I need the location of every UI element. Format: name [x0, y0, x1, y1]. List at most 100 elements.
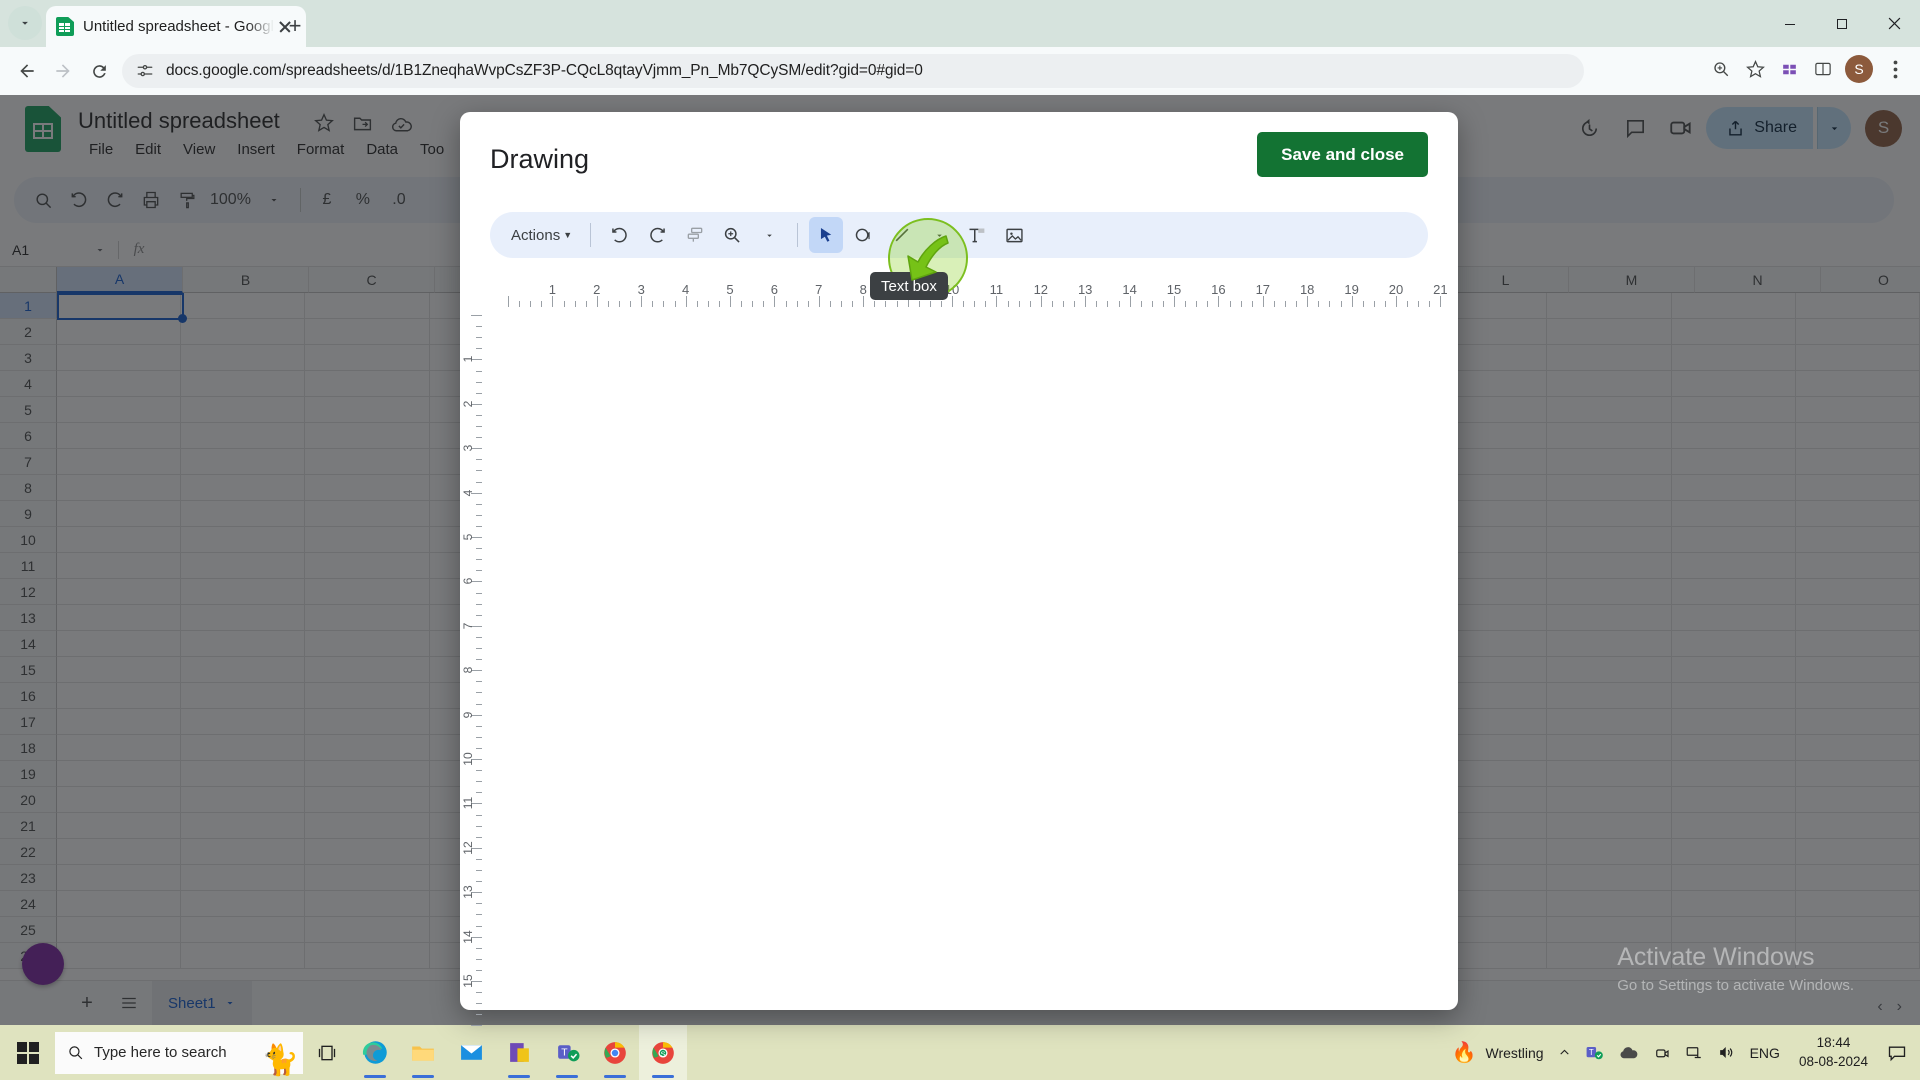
cell-A15[interactable] [57, 657, 182, 683]
cell-C10[interactable] [305, 527, 430, 553]
currency-pound-icon[interactable]: £ [310, 183, 344, 217]
cell-N7[interactable] [1671, 449, 1796, 475]
cell-N1[interactable] [1671, 293, 1796, 319]
cell-O17[interactable] [1795, 709, 1920, 735]
zoom-select[interactable]: 100% [206, 183, 255, 217]
undo-icon[interactable] [602, 217, 637, 253]
row-header-11[interactable]: 11 [0, 553, 57, 579]
row-header-12[interactable]: 12 [0, 579, 57, 605]
cell-M8[interactable] [1547, 475, 1672, 501]
cell-A14[interactable] [57, 631, 182, 657]
network-icon[interactable] [1678, 1025, 1710, 1080]
cell-A26[interactable] [57, 943, 182, 969]
cell-O24[interactable] [1795, 891, 1920, 917]
cell-A6[interactable] [57, 423, 182, 449]
cell-N21[interactable] [1671, 813, 1796, 839]
cell-C20[interactable] [305, 787, 430, 813]
cell-M15[interactable] [1547, 657, 1672, 683]
cell-C11[interactable] [305, 553, 430, 579]
row-header-7[interactable]: 7 [0, 449, 57, 475]
cell-A1[interactable] [57, 293, 182, 319]
paint-format-icon[interactable] [678, 217, 712, 253]
menu-insert[interactable]: Insert [226, 139, 286, 160]
menu-tools[interactable]: Too [409, 139, 455, 160]
cell-B5[interactable] [181, 397, 306, 423]
cell-B19[interactable] [181, 761, 306, 787]
cell-N26[interactable] [1671, 943, 1796, 969]
cell-B6[interactable] [181, 423, 306, 449]
cell-A24[interactable] [57, 891, 182, 917]
cell-O26[interactable] [1795, 943, 1920, 969]
line-chevron-down-icon[interactable] [922, 217, 956, 253]
cell-N22[interactable] [1671, 839, 1796, 865]
cell-B26[interactable] [181, 943, 306, 969]
cell-O25[interactable] [1795, 917, 1920, 943]
cell-C21[interactable] [305, 813, 430, 839]
text-box-icon[interactable] [959, 217, 994, 253]
menu-file[interactable]: File [78, 139, 124, 160]
sheet-tab-sheet1[interactable]: Sheet1 [152, 980, 252, 1025]
chrome-sheets-icon[interactable]: S [639, 1025, 687, 1080]
cell-M19[interactable] [1547, 761, 1672, 787]
menu-edit[interactable]: Edit [124, 139, 172, 160]
all-sheets-icon[interactable] [110, 984, 148, 1022]
zoom-chevron-down-icon[interactable] [257, 183, 291, 217]
cell-N23[interactable] [1671, 865, 1796, 891]
cell-O13[interactable] [1795, 605, 1920, 631]
menu-format[interactable]: Format [286, 139, 356, 160]
cell-A5[interactable] [57, 397, 182, 423]
cell-C12[interactable] [305, 579, 430, 605]
column-header-C[interactable]: C [309, 267, 435, 293]
mail-icon[interactable] [447, 1025, 495, 1080]
row-header-13[interactable]: 13 [0, 605, 57, 631]
cell-M6[interactable] [1547, 423, 1672, 449]
row-header-16[interactable]: 16 [0, 683, 57, 709]
row-header-9[interactable]: 9 [0, 501, 57, 527]
name-box[interactable]: A1 [0, 233, 118, 267]
star-icon[interactable] [314, 113, 336, 135]
cell-C24[interactable] [305, 891, 430, 917]
cell-C14[interactable] [305, 631, 430, 657]
column-header-A[interactable]: A [57, 267, 183, 293]
page-settings-icon[interactable] [136, 62, 154, 80]
cell-C1[interactable] [305, 293, 430, 319]
cell-N5[interactable] [1671, 397, 1796, 423]
shape-tool-icon[interactable] [846, 217, 882, 253]
row-header-10[interactable]: 10 [0, 527, 57, 553]
cell-N19[interactable] [1671, 761, 1796, 787]
row-header-22[interactable]: 22 [0, 839, 57, 865]
cell-C2[interactable] [305, 319, 430, 345]
cell-N2[interactable] [1671, 319, 1796, 345]
cell-O15[interactable] [1795, 657, 1920, 683]
cell-N10[interactable] [1671, 527, 1796, 553]
cell-M4[interactable] [1547, 371, 1672, 397]
column-header-M[interactable]: M [1569, 267, 1695, 293]
cell-N11[interactable] [1671, 553, 1796, 579]
row-header-18[interactable]: 18 [0, 735, 57, 761]
cell-C26[interactable] [305, 943, 430, 969]
cell-O23[interactable] [1795, 865, 1920, 891]
cell-O21[interactable] [1795, 813, 1920, 839]
cell-O19[interactable] [1795, 761, 1920, 787]
back-icon[interactable] [12, 56, 42, 86]
share-button[interactable]: Share [1706, 107, 1813, 149]
account-avatar[interactable]: S [1865, 109, 1902, 147]
row-header-8[interactable]: 8 [0, 475, 57, 501]
cell-C7[interactable] [305, 449, 430, 475]
cell-B17[interactable] [181, 709, 306, 735]
cell-M11[interactable] [1547, 553, 1672, 579]
chrome-icon[interactable] [591, 1025, 639, 1080]
cell-C15[interactable] [305, 657, 430, 683]
cell-C5[interactable] [305, 397, 430, 423]
paint-format-icon[interactable] [170, 183, 204, 217]
decrease-decimal-icon[interactable]: .0 [382, 183, 416, 217]
camera-icon[interactable] [1646, 1025, 1678, 1080]
cloud-saved-icon[interactable] [390, 113, 412, 135]
cell-A7[interactable] [57, 449, 182, 475]
cell-N6[interactable] [1671, 423, 1796, 449]
meet-icon[interactable] [1660, 107, 1702, 149]
cell-B12[interactable] [181, 579, 306, 605]
cell-N4[interactable] [1671, 371, 1796, 397]
row-header-15[interactable]: 15 [0, 657, 57, 683]
cell-A22[interactable] [57, 839, 182, 865]
